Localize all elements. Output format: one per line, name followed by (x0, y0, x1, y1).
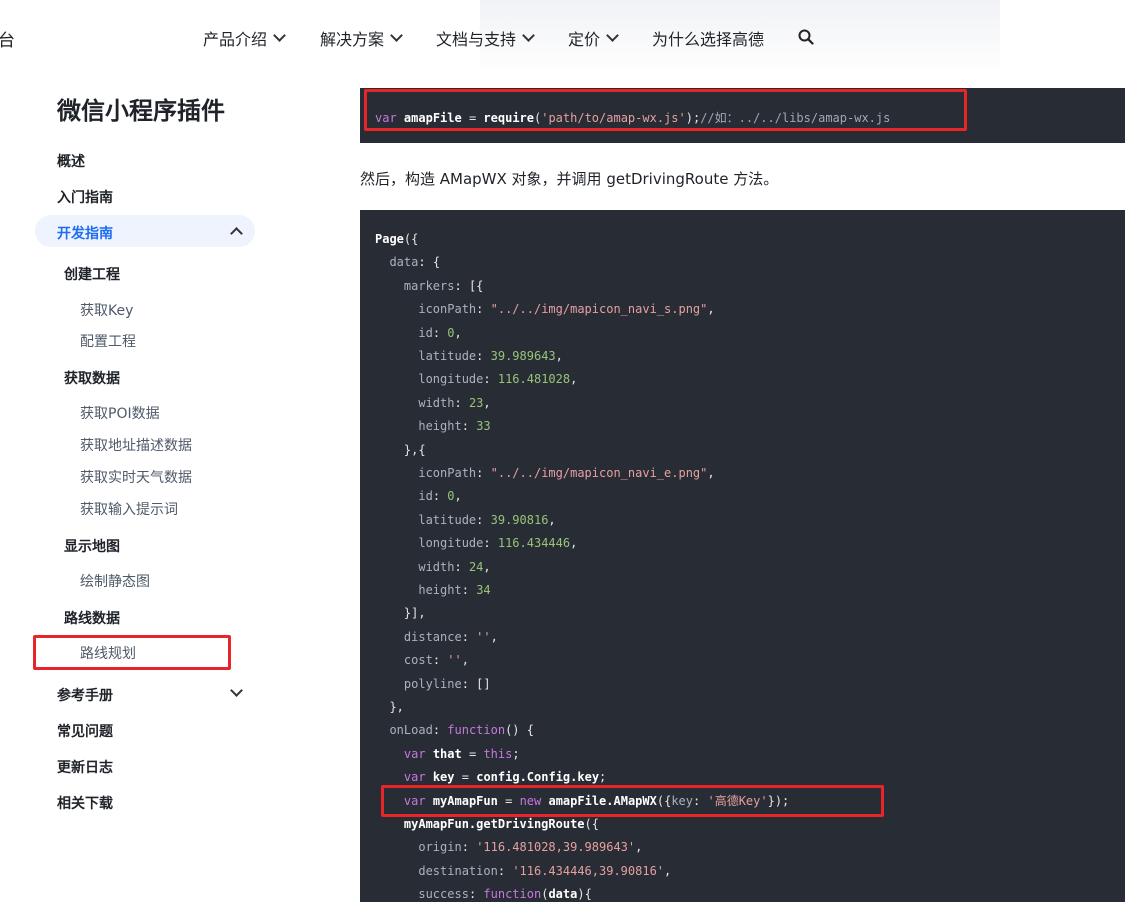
chevron-down-icon (606, 29, 619, 42)
code-line: height: 34 (418, 583, 491, 597)
sidebar-item-reference[interactable]: 参考手册 (57, 685, 113, 705)
sidebar-title: 微信小程序插件 (57, 97, 225, 125)
nav-docs-support[interactable]: 文档与支持 (436, 26, 535, 50)
code-line: longitude: 116.434446, (418, 536, 578, 551)
nav-products[interactable]: 产品介绍 (203, 26, 286, 50)
sidebar-item-get-address[interactable]: 获取地址描述数据 (80, 435, 192, 455)
code-line: Page({ (375, 232, 419, 246)
code-line: iconPath: "../../img/mapicon_navi_e.png"… (418, 466, 715, 480)
highlight-box-require (364, 89, 967, 131)
sidebar-item-config-project[interactable]: 配置工程 (80, 331, 136, 351)
code-line: longitude: 116.481028, (418, 372, 578, 387)
code-line: var key = config.Config.key; (403, 770, 607, 785)
code-line: id: 0, (418, 325, 462, 340)
nav-pricing[interactable]: 定价 (568, 26, 619, 50)
code-line: destination: '116.434446,39.90816', (418, 863, 672, 878)
sidebar-item-input-tips[interactable]: 获取输入提示词 (80, 499, 178, 519)
code-line: height: 33 (418, 419, 491, 434)
chevron-down-icon (390, 29, 403, 42)
nav-why-amap[interactable]: 为什么选择高德 (652, 26, 764, 50)
highlight-box-route-planning (33, 635, 231, 670)
sidebar-item-faq[interactable]: 常见问题 (57, 721, 113, 741)
code-line: onLoad: function() { (389, 723, 534, 738)
chevron-down-icon (273, 29, 286, 42)
sidebar-item-changelog[interactable]: 更新日志 (57, 757, 113, 777)
code-line: latitude: 39.989643, (418, 349, 563, 363)
sidebar-item-get-key[interactable]: 获取Key (80, 300, 133, 320)
paragraph-text: 然后，构造 AMapWX 对象，并调用 getDrivingRoute 方法。 (360, 170, 779, 188)
sidebar-item-get-weather[interactable]: 获取实时天气数据 (80, 467, 192, 487)
code-line: }], (403, 606, 426, 621)
sidebar-item-dev-guide[interactable]: 开发指南 (57, 223, 113, 243)
chevron-down-icon[interactable] (230, 684, 243, 697)
code-line: width: 23, (418, 395, 491, 410)
sidebar-item-get-data[interactable]: 获取数据 (64, 368, 120, 388)
code-line: cost: '', (403, 653, 469, 668)
code-line: },{ (403, 442, 426, 457)
code-line: markers: [{ (403, 278, 484, 293)
code-line: polyline: [] (403, 676, 491, 691)
sidebar-item-static-map[interactable]: 绘制静态图 (80, 571, 150, 591)
code-line: success: function(data){ (418, 887, 592, 902)
code-line: myAmapFun.getDrivingRoute({ (403, 817, 599, 831)
chevron-down-icon (522, 29, 535, 42)
highlight-box-amapwx (381, 785, 884, 817)
sidebar-item-route-data[interactable]: 路线数据 (64, 608, 120, 628)
code-line: data: { (389, 255, 441, 270)
nav-solutions[interactable]: 解决方案 (320, 26, 403, 50)
sidebar-item-show-map[interactable]: 显示地图 (64, 536, 120, 556)
code-line: latitude: 39.90816, (418, 512, 556, 527)
code-line: id: 0, (418, 489, 462, 504)
logo-fragment[interactable]: 台 (0, 26, 15, 51)
code-line: var that = this; (403, 746, 520, 761)
code-line: }, (389, 700, 404, 714)
code-line: origin: '116.481028,39.989643', (418, 840, 643, 855)
sidebar-item-create-project[interactable]: 创建工程 (64, 264, 120, 284)
code-line: iconPath: "../../img/mapicon_navi_s.png"… (418, 302, 715, 317)
sidebar-item-getting-started[interactable]: 入门指南 (57, 187, 113, 207)
top-navbar: 台 产品介绍 解决方案 文档与支持 定价 为什么选择高德 (0, 0, 1125, 75)
sidebar-item-overview[interactable]: 概述 (57, 151, 85, 171)
sidebar-item-get-poi[interactable]: 获取POI数据 (80, 403, 160, 423)
code-line: distance: '', (403, 629, 498, 644)
sidebar-item-downloads[interactable]: 相关下载 (57, 793, 113, 813)
code-line: width: 24, (418, 559, 491, 574)
search-icon[interactable] (798, 29, 814, 45)
